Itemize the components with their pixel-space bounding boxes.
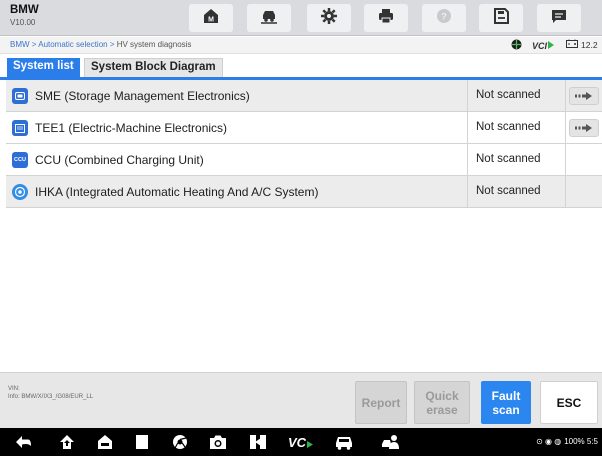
vci-label: VCI bbox=[532, 40, 548, 51]
vci-status: VCI bbox=[511, 39, 555, 52]
browser-button[interactable] bbox=[172, 432, 188, 452]
ccu-icon-label: CCU bbox=[14, 157, 26, 163]
camera-icon bbox=[209, 434, 227, 450]
esc-button[interactable]: ESC bbox=[540, 381, 598, 424]
help-button[interactable]: ? bbox=[422, 4, 466, 32]
printer-icon bbox=[377, 7, 395, 30]
scan-status: Not scanned bbox=[468, 144, 566, 175]
breadcrumb-current: HV system diagnosis bbox=[116, 40, 192, 49]
svg-text:VC: VC bbox=[288, 435, 307, 449]
recent-apps-button[interactable] bbox=[135, 432, 149, 452]
breadcrumb: BMW > Automatic selection > HV system di… bbox=[10, 40, 191, 49]
square-icon bbox=[135, 434, 149, 450]
system-name: TEE1 (Electric-Machine Electronics) bbox=[35, 121, 228, 135]
print-button[interactable] bbox=[364, 4, 408, 32]
breadcrumb-bar: BMW > Automatic selection > HV system di… bbox=[0, 37, 602, 54]
vehicle-swap-icon bbox=[260, 7, 278, 30]
svg-text:?: ? bbox=[441, 11, 447, 21]
back-button[interactable] bbox=[14, 432, 32, 452]
house-up-icon bbox=[59, 434, 75, 450]
screen-capture-button[interactable] bbox=[249, 432, 267, 452]
battery-voltage: 12.2 bbox=[566, 39, 598, 50]
breadcrumb-path[interactable]: BMW > Automatic selection > bbox=[10, 40, 117, 49]
tee-icon bbox=[12, 120, 28, 136]
vehicle-info: VIN: Info: BMW/X/IX3_/G08/EUR_LL bbox=[8, 385, 93, 401]
back-icon bbox=[14, 434, 32, 450]
system-name-cell: SME (Storage Management Electronics) bbox=[6, 80, 468, 111]
quick-erase-button[interactable]: Quick erase bbox=[414, 381, 470, 424]
table-row[interactable]: TEE1 (Electric-Machine Electronics) Not … bbox=[6, 112, 602, 144]
save-button[interactable] bbox=[479, 4, 523, 32]
arrow-right-icon bbox=[575, 119, 593, 137]
arrow-right-icon bbox=[575, 87, 593, 105]
report-button[interactable]: Report bbox=[355, 381, 407, 424]
system-name-cell: IHKA (Integrated Automatic Heating And A… bbox=[6, 176, 468, 207]
message-icon bbox=[550, 7, 568, 30]
ccu-icon: CCU bbox=[12, 152, 28, 168]
screenshot-button[interactable] bbox=[209, 432, 227, 452]
app-version: V10.00 bbox=[10, 18, 36, 27]
system-action-cell bbox=[566, 144, 602, 175]
scan-status: Not scanned bbox=[468, 112, 566, 143]
system-name: SME (Storage Management Electronics) bbox=[35, 89, 250, 103]
svg-text:M: M bbox=[208, 16, 214, 23]
message-button[interactable] bbox=[537, 4, 581, 32]
tab-system-block-diagram[interactable]: System Block Diagram bbox=[84, 58, 223, 77]
table-row[interactable]: IHKA (Integrated Automatic Heating And A… bbox=[6, 176, 602, 208]
screen-capture-icon bbox=[249, 434, 267, 450]
app-brand: BMW V10.00 bbox=[10, 4, 39, 28]
tab-bar: System list System Block Diagram bbox=[0, 55, 602, 77]
enter-system-button[interactable] bbox=[569, 87, 599, 105]
system-action-cell bbox=[566, 112, 602, 143]
help-icon: ? bbox=[435, 7, 453, 30]
status-text: 100% 5:5 bbox=[564, 437, 598, 446]
table-row[interactable]: CCU CCU (Combined Charging Unit) Not sca… bbox=[6, 144, 602, 176]
settings-button[interactable] bbox=[307, 4, 351, 32]
scan-status: Not scanned bbox=[468, 176, 566, 207]
vin-label: VIN: bbox=[8, 386, 20, 392]
top-toolbar: BMW V10.00 M ? bbox=[0, 0, 602, 36]
car-home-icon bbox=[97, 434, 113, 450]
brand-name: BMW bbox=[10, 4, 39, 16]
vci-connected-icon bbox=[548, 40, 555, 51]
ihka-icon bbox=[12, 184, 28, 200]
network-icon bbox=[511, 39, 522, 52]
system-nav-bar: VC ⊙ ◉ ◍ 100% 5:5 bbox=[0, 428, 602, 456]
system-name-cell: CCU CCU (Combined Charging Unit) bbox=[6, 144, 468, 175]
browser-icon bbox=[172, 434, 188, 450]
battery-value: 12.2 bbox=[581, 39, 598, 50]
gear-icon bbox=[320, 7, 338, 30]
fault-scan-button[interactable]: Fault scan bbox=[481, 381, 531, 424]
vci-manager-button[interactable]: VC bbox=[288, 432, 314, 452]
system-table: SME (Storage Management Electronics) Not… bbox=[6, 80, 602, 208]
bottom-action-bar: VIN: Info: BMW/X/IX3_/G08/EUR_LL Report … bbox=[0, 372, 602, 428]
home-m-icon: M bbox=[202, 7, 220, 30]
system-action-cell bbox=[566, 176, 602, 207]
sme-icon bbox=[12, 88, 28, 104]
remote-expert-icon bbox=[381, 434, 401, 450]
vehicle-info-text: Info: BMW/X/IX3_/G08/EUR_LL bbox=[8, 394, 94, 400]
home-button[interactable]: M bbox=[189, 4, 233, 32]
home-nav-button[interactable] bbox=[59, 432, 75, 452]
system-name: CCU (Combined Charging Unit) bbox=[35, 153, 204, 167]
car-home-button[interactable] bbox=[97, 432, 113, 452]
enter-system-button[interactable] bbox=[569, 119, 599, 137]
scan-status: Not scanned bbox=[468, 80, 566, 111]
status-icons: ⊙ ◉ ◍ bbox=[536, 437, 562, 446]
system-action-cell bbox=[566, 80, 602, 111]
system-name-cell: TEE1 (Electric-Machine Electronics) bbox=[6, 112, 468, 143]
table-row[interactable]: SME (Storage Management Electronics) Not… bbox=[6, 80, 602, 112]
vehicle-swap-button[interactable] bbox=[247, 4, 291, 32]
system-status: ⊙ ◉ ◍ 100% 5:5 bbox=[536, 437, 598, 446]
vci-manager-icon: VC bbox=[288, 435, 314, 449]
save-icon bbox=[492, 7, 510, 30]
car-icon bbox=[334, 434, 354, 450]
system-name: IHKA (Integrated Automatic Heating And A… bbox=[35, 185, 319, 199]
tab-system-list[interactable]: System list bbox=[7, 58, 80, 77]
remote-expert-button[interactable] bbox=[381, 432, 401, 452]
battery-icon bbox=[566, 39, 578, 50]
vehicle-button[interactable] bbox=[334, 432, 354, 452]
